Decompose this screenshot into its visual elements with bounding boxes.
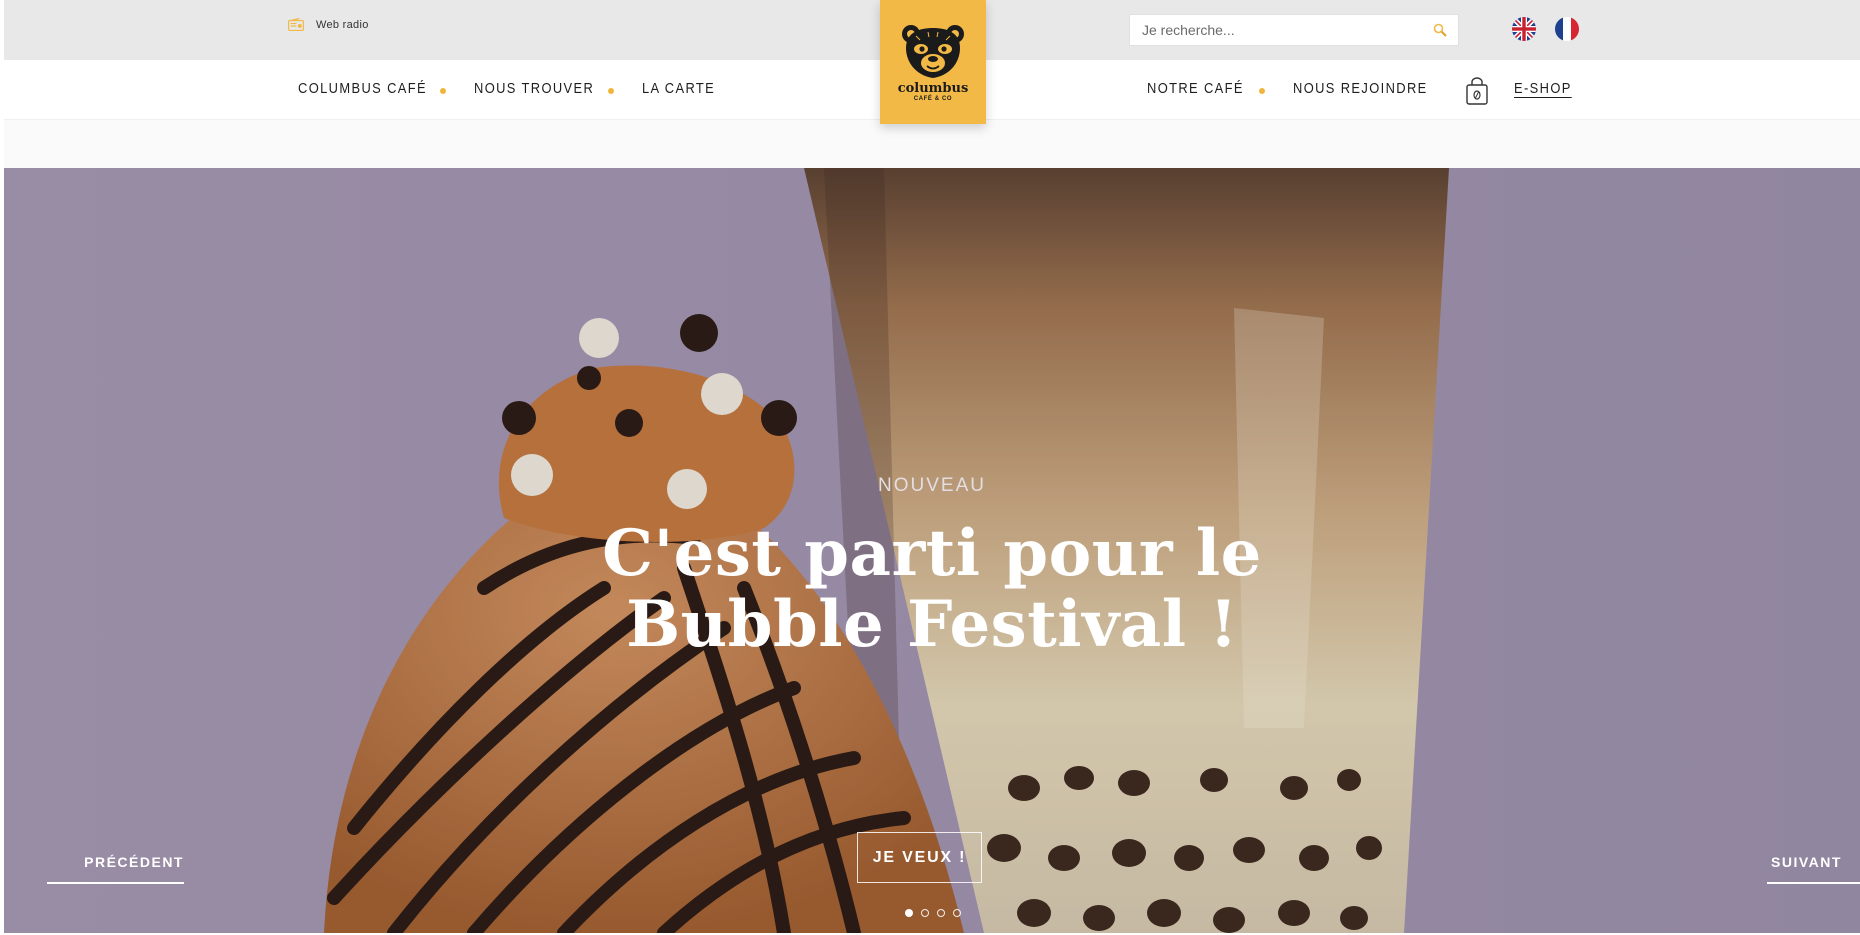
search-button[interactable] [1422,15,1458,45]
bear-logo-icon [902,25,964,78]
slider-previous-button[interactable]: PRÉCÉDENT [47,854,184,884]
fr-flag-icon [1555,17,1579,41]
hero-title-line-2: Bubble Festival ! [626,587,1238,662]
language-en-button[interactable] [1512,17,1536,41]
nav-nous-trouver[interactable]: NOUS TROUVER [474,80,594,97]
radio-icon [288,18,304,31]
hero-cta-button[interactable]: JE VEUX ! [857,832,982,883]
page: Web radio Je recherche... COLUMBUS CAFÉ … [4,0,1860,933]
search-box [1129,14,1459,46]
search-input[interactable] [1130,15,1422,45]
nav-separator-dot [440,88,446,94]
nav-la-carte[interactable]: LA CARTE [642,80,715,97]
shopping-bag-icon [1466,77,1488,105]
hero-title: C'est parti pour le Bubble Festival ! [4,518,1860,660]
nav-eshop-link[interactable]: E-SHOP [1514,80,1572,97]
logo-wordmark: columbus [897,81,969,96]
slider-previous-label: PRÉCÉDENT [84,854,184,870]
slider-dot-2[interactable] [921,909,929,917]
nav-spacer-band [4,120,1860,168]
slider-next-label: SUIVANT [1771,854,1842,870]
eshop-bag-button[interactable] [1466,77,1488,110]
search-icon [1433,23,1447,37]
language-fr-button[interactable] [1555,17,1579,41]
nav-columbus-cafe[interactable]: COLUMBUS CAFÉ [298,80,427,97]
web-radio-link[interactable]: Web radio [288,18,369,31]
hero-eyebrow: NOUVEAU [878,475,986,496]
nav-separator-dot [608,88,614,94]
slider-dot-3[interactable] [937,909,945,917]
uk-flag-icon [1512,17,1536,41]
slider-dot-4[interactable] [953,909,961,917]
nav-separator-dot [1259,88,1265,94]
columbus-logo[interactable]: columbus CAFÉ & CO [880,0,986,124]
slider-next-button[interactable]: SUIVANT [1767,854,1860,884]
logo-subtitle: CAFÉ & CO [913,96,953,102]
web-radio-label: Web radio [316,18,369,31]
slider-pagination [905,909,961,917]
nav-notre-cafe[interactable]: NOTRE CAFÉ [1147,80,1244,97]
slider-dot-1[interactable] [905,909,913,917]
nav-nous-rejoindre[interactable]: NOUS REJOINDRE [1293,80,1428,97]
hero-slider: NOUVEAU C'est parti pour le Bubble Festi… [4,168,1860,933]
hero-title-line-1: C'est parti pour le [602,516,1262,591]
